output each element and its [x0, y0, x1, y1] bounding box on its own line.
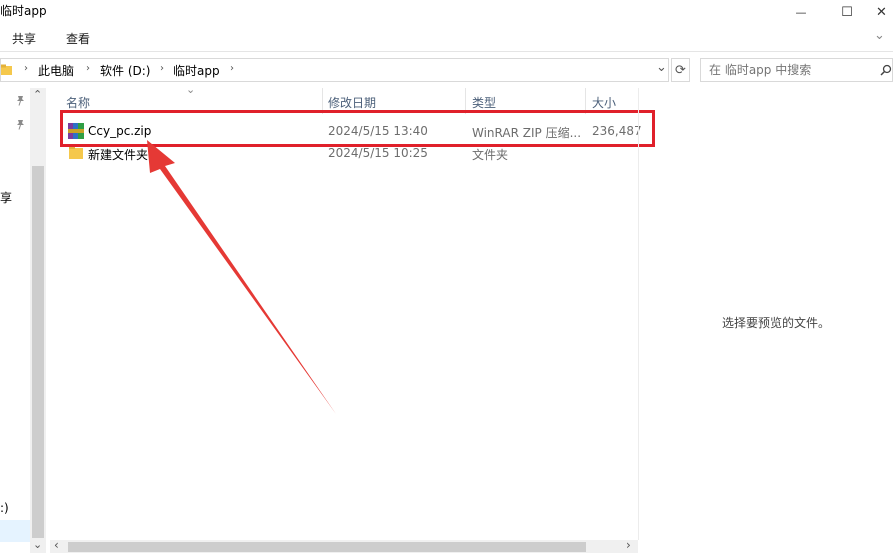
scroll-right-icon[interactable]: › [626, 538, 631, 552]
scroll-left-icon[interactable]: ‹ [54, 538, 59, 552]
horizontal-scrollbar-thumb[interactable] [68, 542, 586, 552]
preview-divider[interactable] [638, 88, 639, 540]
preview-placeholder: 选择要预览的文件。 [722, 316, 831, 330]
file-explorer-window: 临时app — ☐ ✕ 共享 查看 ⌄ › 此电脑 › 软件 (D:) › 临时… [0, 0, 893, 553]
annotation-arrow [147, 140, 336, 414]
